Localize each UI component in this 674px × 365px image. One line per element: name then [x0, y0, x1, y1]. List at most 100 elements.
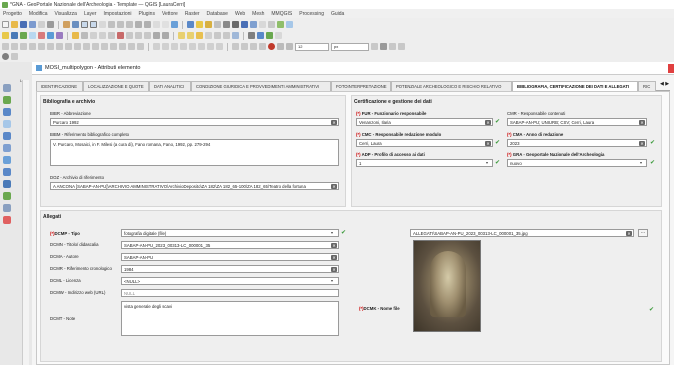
modify-attributes-icon[interactable] — [108, 32, 115, 39]
map-tips-icon[interactable] — [277, 21, 284, 28]
zoom-layer-icon[interactable] — [117, 21, 124, 28]
rotate-symbol-icon[interactable] — [128, 43, 135, 50]
tool-icon[interactable] — [3, 204, 11, 212]
clear-field-icon[interactable]: ✕ — [331, 254, 337, 260]
deselect-icon[interactable] — [214, 21, 221, 28]
add-wms-icon[interactable] — [56, 32, 63, 39]
show-label-icon[interactable] — [196, 32, 203, 39]
add-vector-icon[interactable] — [11, 32, 18, 39]
adp-select[interactable]: 1 — [356, 159, 493, 167]
tab-dati-analitici[interactable]: DATI ANALITICI — [149, 81, 191, 91]
menu-database[interactable]: Database — [207, 11, 228, 17]
tab-ric[interactable]: RIC — [638, 81, 656, 91]
menu-layer[interactable]: Layer — [84, 11, 97, 17]
open-project-icon[interactable] — [11, 21, 18, 28]
tool-icon[interactable] — [3, 144, 11, 152]
save-edits-icon[interactable] — [81, 32, 88, 39]
add-postgis-icon[interactable] — [47, 32, 54, 39]
menu-raster[interactable]: Raster — [185, 11, 200, 17]
rotate-feature-icon[interactable] — [11, 43, 18, 50]
zoom-next-icon[interactable] — [144, 21, 151, 28]
resize-icon[interactable] — [189, 43, 196, 50]
undo-icon[interactable] — [153, 32, 160, 39]
snapping-segment-icon[interactable] — [250, 43, 257, 50]
temporal-icon[interactable] — [162, 21, 169, 28]
menu-visualizza[interactable]: Visualizza — [55, 11, 77, 17]
group-icon[interactable] — [198, 43, 205, 50]
tool-icon[interactable] — [3, 216, 11, 224]
digitize-icon[interactable] — [2, 43, 9, 50]
menu-mesh[interactable]: Mesh — [252, 11, 264, 17]
clear-field-icon[interactable]: ✕ — [331, 242, 337, 248]
cmr-field[interactable]: SABAP-AN-PU; UNIURB; CSV; Cerri, Laura — [507, 118, 647, 126]
offset-point-icon[interactable] — [137, 43, 144, 50]
plugin-icon[interactable] — [257, 32, 264, 39]
dcmt-field[interactable]: vista generale degli scavi — [121, 301, 339, 336]
menu-plugins[interactable]: Plugins — [139, 11, 155, 17]
dcma-field[interactable]: SABAP-AN-PU — [121, 253, 339, 261]
bibr-field[interactable]: Purcaro 1992 — [50, 118, 339, 126]
zoom-native-icon[interactable] — [126, 21, 133, 28]
dcmk-file-field[interactable]: ALLEGATI\SABAP-AN-PU_2023_00313-LC_00000… — [410, 229, 634, 237]
save-as-icon[interactable] — [29, 21, 36, 28]
split-parts-icon[interactable] — [101, 43, 108, 50]
dcmr-field[interactable]: 1984 — [121, 265, 339, 273]
globe-icon[interactable] — [266, 32, 273, 39]
chevron-down-icon[interactable]: ▾ — [640, 160, 642, 165]
pin-label-icon[interactable] — [187, 32, 194, 39]
close-icon[interactable] — [668, 64, 674, 73]
cma-field[interactable]: 2023 — [507, 139, 647, 147]
dcmp-select[interactable]: fotografia digitale (file) — [121, 229, 339, 237]
add-part-icon[interactable] — [38, 43, 45, 50]
tool-icon[interactable] — [3, 132, 11, 140]
add-ring-icon[interactable] — [29, 43, 36, 50]
rotate-label-icon[interactable] — [214, 32, 221, 39]
snap-tolerance-spin[interactable]: 12 — [295, 42, 329, 51]
measure-icon[interactable] — [268, 21, 275, 28]
snapping-icon[interactable] — [232, 43, 239, 50]
gps-icon[interactable] — [275, 32, 282, 39]
zoom-in-icon[interactable] — [81, 21, 88, 28]
simplify-icon[interactable] — [20, 43, 27, 50]
snap-unit-select[interactable]: px — [331, 42, 369, 51]
self-snap-icon[interactable] — [371, 43, 378, 50]
bibm-field[interactable]: V. Purcaro, Mosaici, in F. Milesi (a cur… — [50, 139, 339, 166]
delete-part-icon[interactable] — [65, 43, 72, 50]
new-project-icon[interactable] — [2, 21, 9, 28]
identify-icon[interactable] — [187, 21, 194, 28]
delete-ring-icon[interactable] — [56, 43, 63, 50]
fur-field[interactable]: Venanzoni, Ilaria — [356, 118, 493, 126]
tab-condizione-giuridica[interactable]: CONDIZIONE GIURIDICA E PROVVEDIMENTI AMM… — [191, 81, 331, 91]
tool-icon[interactable] — [3, 168, 11, 176]
refresh-icon[interactable] — [171, 21, 178, 28]
move-label-icon[interactable] — [205, 32, 212, 39]
cmc-field[interactable]: Cerri, Laura — [356, 139, 493, 147]
merge-features-icon[interactable] — [110, 43, 117, 50]
tracing-icon[interactable] — [286, 43, 293, 50]
dcmw-field[interactable]: NULL — [121, 289, 339, 297]
intersection-icon[interactable] — [389, 43, 396, 50]
zoom-out-icon[interactable] — [90, 21, 97, 28]
align-left-icon[interactable] — [153, 43, 160, 50]
offset-curve-icon[interactable] — [83, 43, 90, 50]
layout-manager-icon[interactable] — [47, 21, 54, 28]
chevron-down-icon[interactable]: ▾ — [331, 278, 333, 283]
browse-button[interactable]: ... — [638, 229, 648, 237]
statistics-icon[interactable] — [232, 21, 239, 28]
delete-selected-icon[interactable] — [117, 32, 124, 39]
add-feature-icon[interactable] — [90, 32, 97, 39]
zoom-last-icon[interactable] — [135, 21, 142, 28]
paste-features-icon[interactable] — [144, 32, 151, 39]
select-value-icon[interactable] — [205, 21, 212, 28]
chevron-down-icon[interactable]: ▾ — [486, 160, 488, 165]
clear-field-icon[interactable]: ✕ — [331, 266, 337, 272]
data-source-manager-icon[interactable] — [2, 32, 9, 39]
print-layout-icon[interactable] — [38, 21, 45, 28]
ungroup-icon[interactable] — [207, 43, 214, 50]
topology-icon[interactable] — [277, 43, 284, 50]
clear-field-icon[interactable]: ✕ — [626, 230, 632, 236]
lock-icon[interactable] — [216, 43, 223, 50]
clear-field-icon[interactable]: ✕ — [639, 140, 645, 146]
snapping-layers-icon[interactable] — [259, 43, 266, 50]
toolbox-icon[interactable] — [250, 21, 257, 28]
